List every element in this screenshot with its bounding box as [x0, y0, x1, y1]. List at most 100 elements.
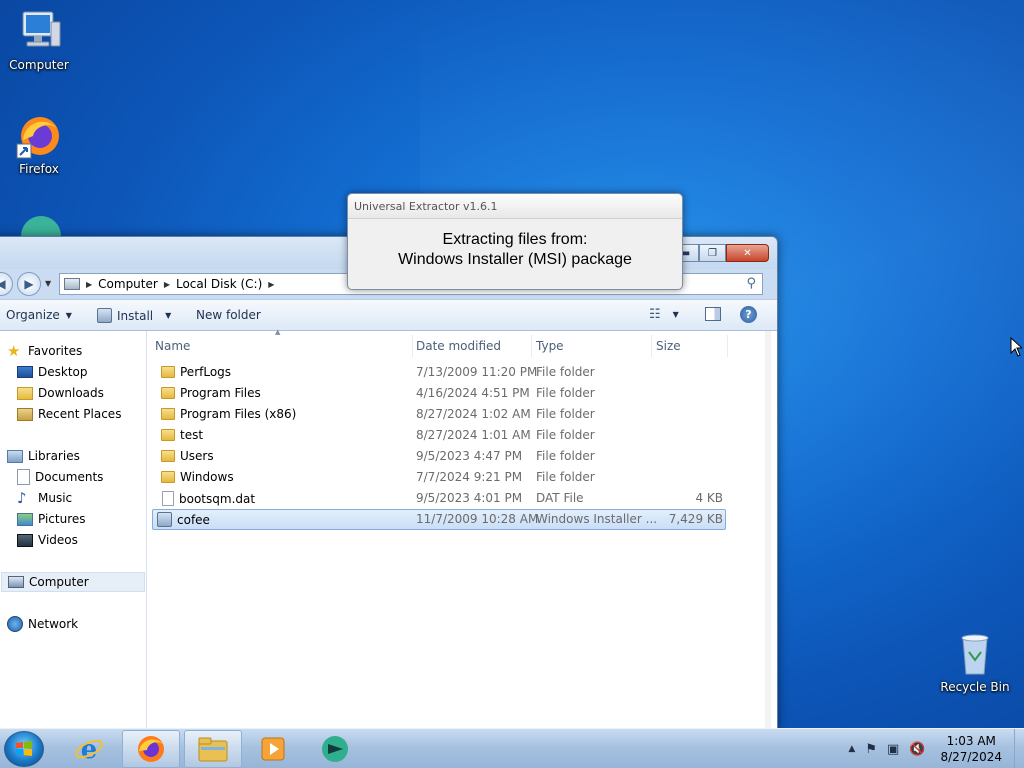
back-button[interactable]: ◀ — [0, 272, 13, 296]
taskbar-explorer-button[interactable] — [184, 730, 242, 768]
nav-libraries[interactable]: Libraries — [7, 446, 80, 466]
taskbar: e ▲ ⚑ ▣ 🔇 1:03 AM 8/27/2024 — [0, 728, 1024, 768]
file-name: Users — [161, 449, 214, 463]
taskbar-ie-button[interactable]: e — [60, 730, 118, 768]
show-hidden-icons-chevron-icon[interactable]: ▲ — [848, 744, 855, 754]
chevron-down-icon: ▼ — [165, 311, 172, 320]
column-header-date[interactable]: Date modified — [412, 335, 532, 357]
new-folder-button[interactable]: New folder — [196, 308, 261, 322]
network-icon[interactable]: ▣ — [887, 742, 899, 757]
folder-icon — [198, 737, 228, 762]
nav-label: Network — [28, 617, 79, 631]
nav-music[interactable]: ♪ Music — [17, 488, 72, 508]
firefox-icon — [15, 112, 63, 160]
table-row[interactable]: PerfLogs 7/13/2009 11:20 PM File folder — [161, 362, 735, 383]
column-header-name[interactable]: Name — [151, 335, 413, 357]
file-name: Program Files (x86) — [161, 407, 296, 421]
action-center-flag-icon[interactable]: ⚑ — [865, 742, 877, 757]
file-type: File folder — [536, 428, 595, 442]
restore-button[interactable]: ❐ — [699, 244, 726, 262]
help-button[interactable]: ? — [740, 306, 757, 323]
videos-icon — [17, 533, 33, 547]
system-tray: ▲ ⚑ ▣ 🔇 1:03 AM 8/27/2024 — [843, 729, 1024, 768]
clock-date: 8/27/2024 — [940, 750, 1002, 764]
file-size: 4 KB — [695, 491, 723, 505]
nav-network[interactable]: Network — [7, 614, 78, 634]
column-header-size[interactable]: Size — [652, 335, 728, 357]
file-date: 8/27/2024 1:02 AM — [416, 407, 531, 421]
nav-videos[interactable]: Videos — [17, 530, 78, 550]
start-button[interactable] — [4, 731, 44, 767]
nav-pictures[interactable]: Pictures — [17, 509, 86, 529]
nav-label: Favorites — [28, 344, 83, 358]
view-options-button[interactable]: ☷ ▼ — [649, 307, 679, 322]
table-row[interactable]: Program Files 4/16/2024 4:51 PM File fol… — [161, 383, 735, 404]
folder-icon — [161, 429, 175, 441]
command-bar: Organize ▼ Install ▼ New folder ☷ ▼ ? — [0, 299, 777, 331]
scrollbar[interactable] — [765, 331, 771, 731]
file-date: 8/27/2024 1:01 AM — [416, 428, 531, 442]
nav-downloads[interactable]: Downloads — [17, 383, 104, 403]
desktop-icon-firefox[interactable]: Firefox — [0, 112, 78, 176]
installer-icon — [157, 512, 172, 527]
explorer-window[interactable]: ▬ ❐ ✕ ◀ ▶ ▼ ▶ Computer ▶ Local Disk (C:)… — [0, 236, 778, 731]
desktop-icon — [17, 366, 33, 378]
nav-computer[interactable]: Computer — [1, 572, 145, 592]
history-dropdown[interactable]: ▼ — [45, 279, 51, 288]
preview-pane-button[interactable] — [705, 307, 721, 321]
breadcrumb-separator-icon[interactable]: ▶ — [86, 280, 92, 289]
volume-muted-icon[interactable]: 🔇 — [909, 742, 925, 757]
clock[interactable]: 1:03 AM 8/27/2024 — [940, 733, 1002, 765]
forward-button[interactable]: ▶ — [17, 272, 41, 296]
nav-label: Downloads — [38, 386, 104, 400]
desktop-icon-partial[interactable] — [0, 212, 78, 236]
breadcrumb-separator-icon[interactable]: ▶ — [268, 280, 274, 289]
file-name: bootsqm.dat — [162, 491, 255, 506]
nav-recent-places[interactable]: Recent Places — [17, 404, 121, 424]
breadcrumb-local-disk[interactable]: Local Disk (C:) — [176, 277, 262, 291]
dialog-message-line1: Extracting files from: — [442, 231, 588, 248]
documents-icon — [17, 469, 30, 485]
breadcrumb-computer[interactable]: Computer — [98, 277, 158, 291]
dialog-message: Extracting files from: Windows Installer… — [348, 230, 682, 270]
desktop-icon-label: Firefox — [19, 162, 59, 176]
file-type: File folder — [536, 365, 595, 379]
nav-documents[interactable]: Documents — [17, 467, 103, 487]
file-name: cofee — [157, 512, 210, 527]
desktop-icon-recycle-bin[interactable]: Recycle Bin — [936, 630, 1014, 694]
taskbar-firefox-button[interactable] — [122, 730, 180, 768]
windows-logo-icon — [16, 741, 32, 756]
table-row-selected[interactable]: cofee 11/7/2009 10:28 AM Windows Install… — [152, 509, 726, 530]
table-row[interactable]: bootsqm.dat 9/5/2023 4:01 PM DAT File 4 … — [161, 488, 735, 509]
nav-favorites[interactable]: ★ Favorites — [7, 341, 82, 361]
column-header-type[interactable]: Type — [532, 335, 652, 357]
taskbar-app-button[interactable] — [306, 730, 364, 768]
install-label: Install — [117, 308, 154, 323]
file-list[interactable]: ▲ Name Date modified Type Size PerfLogs … — [152, 328, 777, 731]
search-icon[interactable]: ⚲ — [746, 276, 756, 291]
file-date: 9/5/2023 4:01 PM — [416, 491, 523, 505]
table-row[interactable]: Users 9/5/2023 4:47 PM File folder — [161, 446, 735, 467]
taskbar-media-player-button[interactable] — [244, 730, 302, 768]
file-date: 7/7/2024 9:21 PM — [416, 470, 523, 484]
file-name-text: PerfLogs — [180, 365, 232, 379]
nav-desktop[interactable]: Desktop — [17, 362, 88, 382]
file-name-text: cofee — [177, 513, 210, 527]
libraries-icon — [7, 449, 23, 463]
desktop-icon-computer[interactable]: Computer — [0, 8, 78, 72]
table-row[interactable]: Windows 7/7/2024 9:21 PM File folder — [161, 467, 735, 488]
breadcrumb-separator-icon[interactable]: ▶ — [164, 280, 170, 289]
network-icon — [7, 616, 23, 632]
close-button[interactable]: ✕ — [726, 244, 769, 262]
show-desktop-button[interactable] — [1014, 729, 1024, 768]
navigation-pane[interactable]: ★ Favorites Desktop Downloads Recent Pla… — [0, 331, 147, 731]
organize-button[interactable]: Organize ▼ — [6, 308, 72, 322]
file-name: Windows — [161, 470, 234, 484]
clock-time: 1:03 AM — [946, 734, 996, 748]
table-row[interactable]: test 8/27/2024 1:01 AM File folder — [161, 425, 735, 446]
file-name-text: Users — [180, 449, 214, 463]
explorer-content: ★ Favorites Desktop Downloads Recent Pla… — [0, 328, 777, 731]
extractor-progress-dialog[interactable]: Universal Extractor v1.6.1 Extracting fi… — [347, 193, 683, 290]
table-row[interactable]: Program Files (x86) 8/27/2024 1:02 AM Fi… — [161, 404, 735, 425]
install-button[interactable]: Install ▼ — [97, 308, 171, 323]
